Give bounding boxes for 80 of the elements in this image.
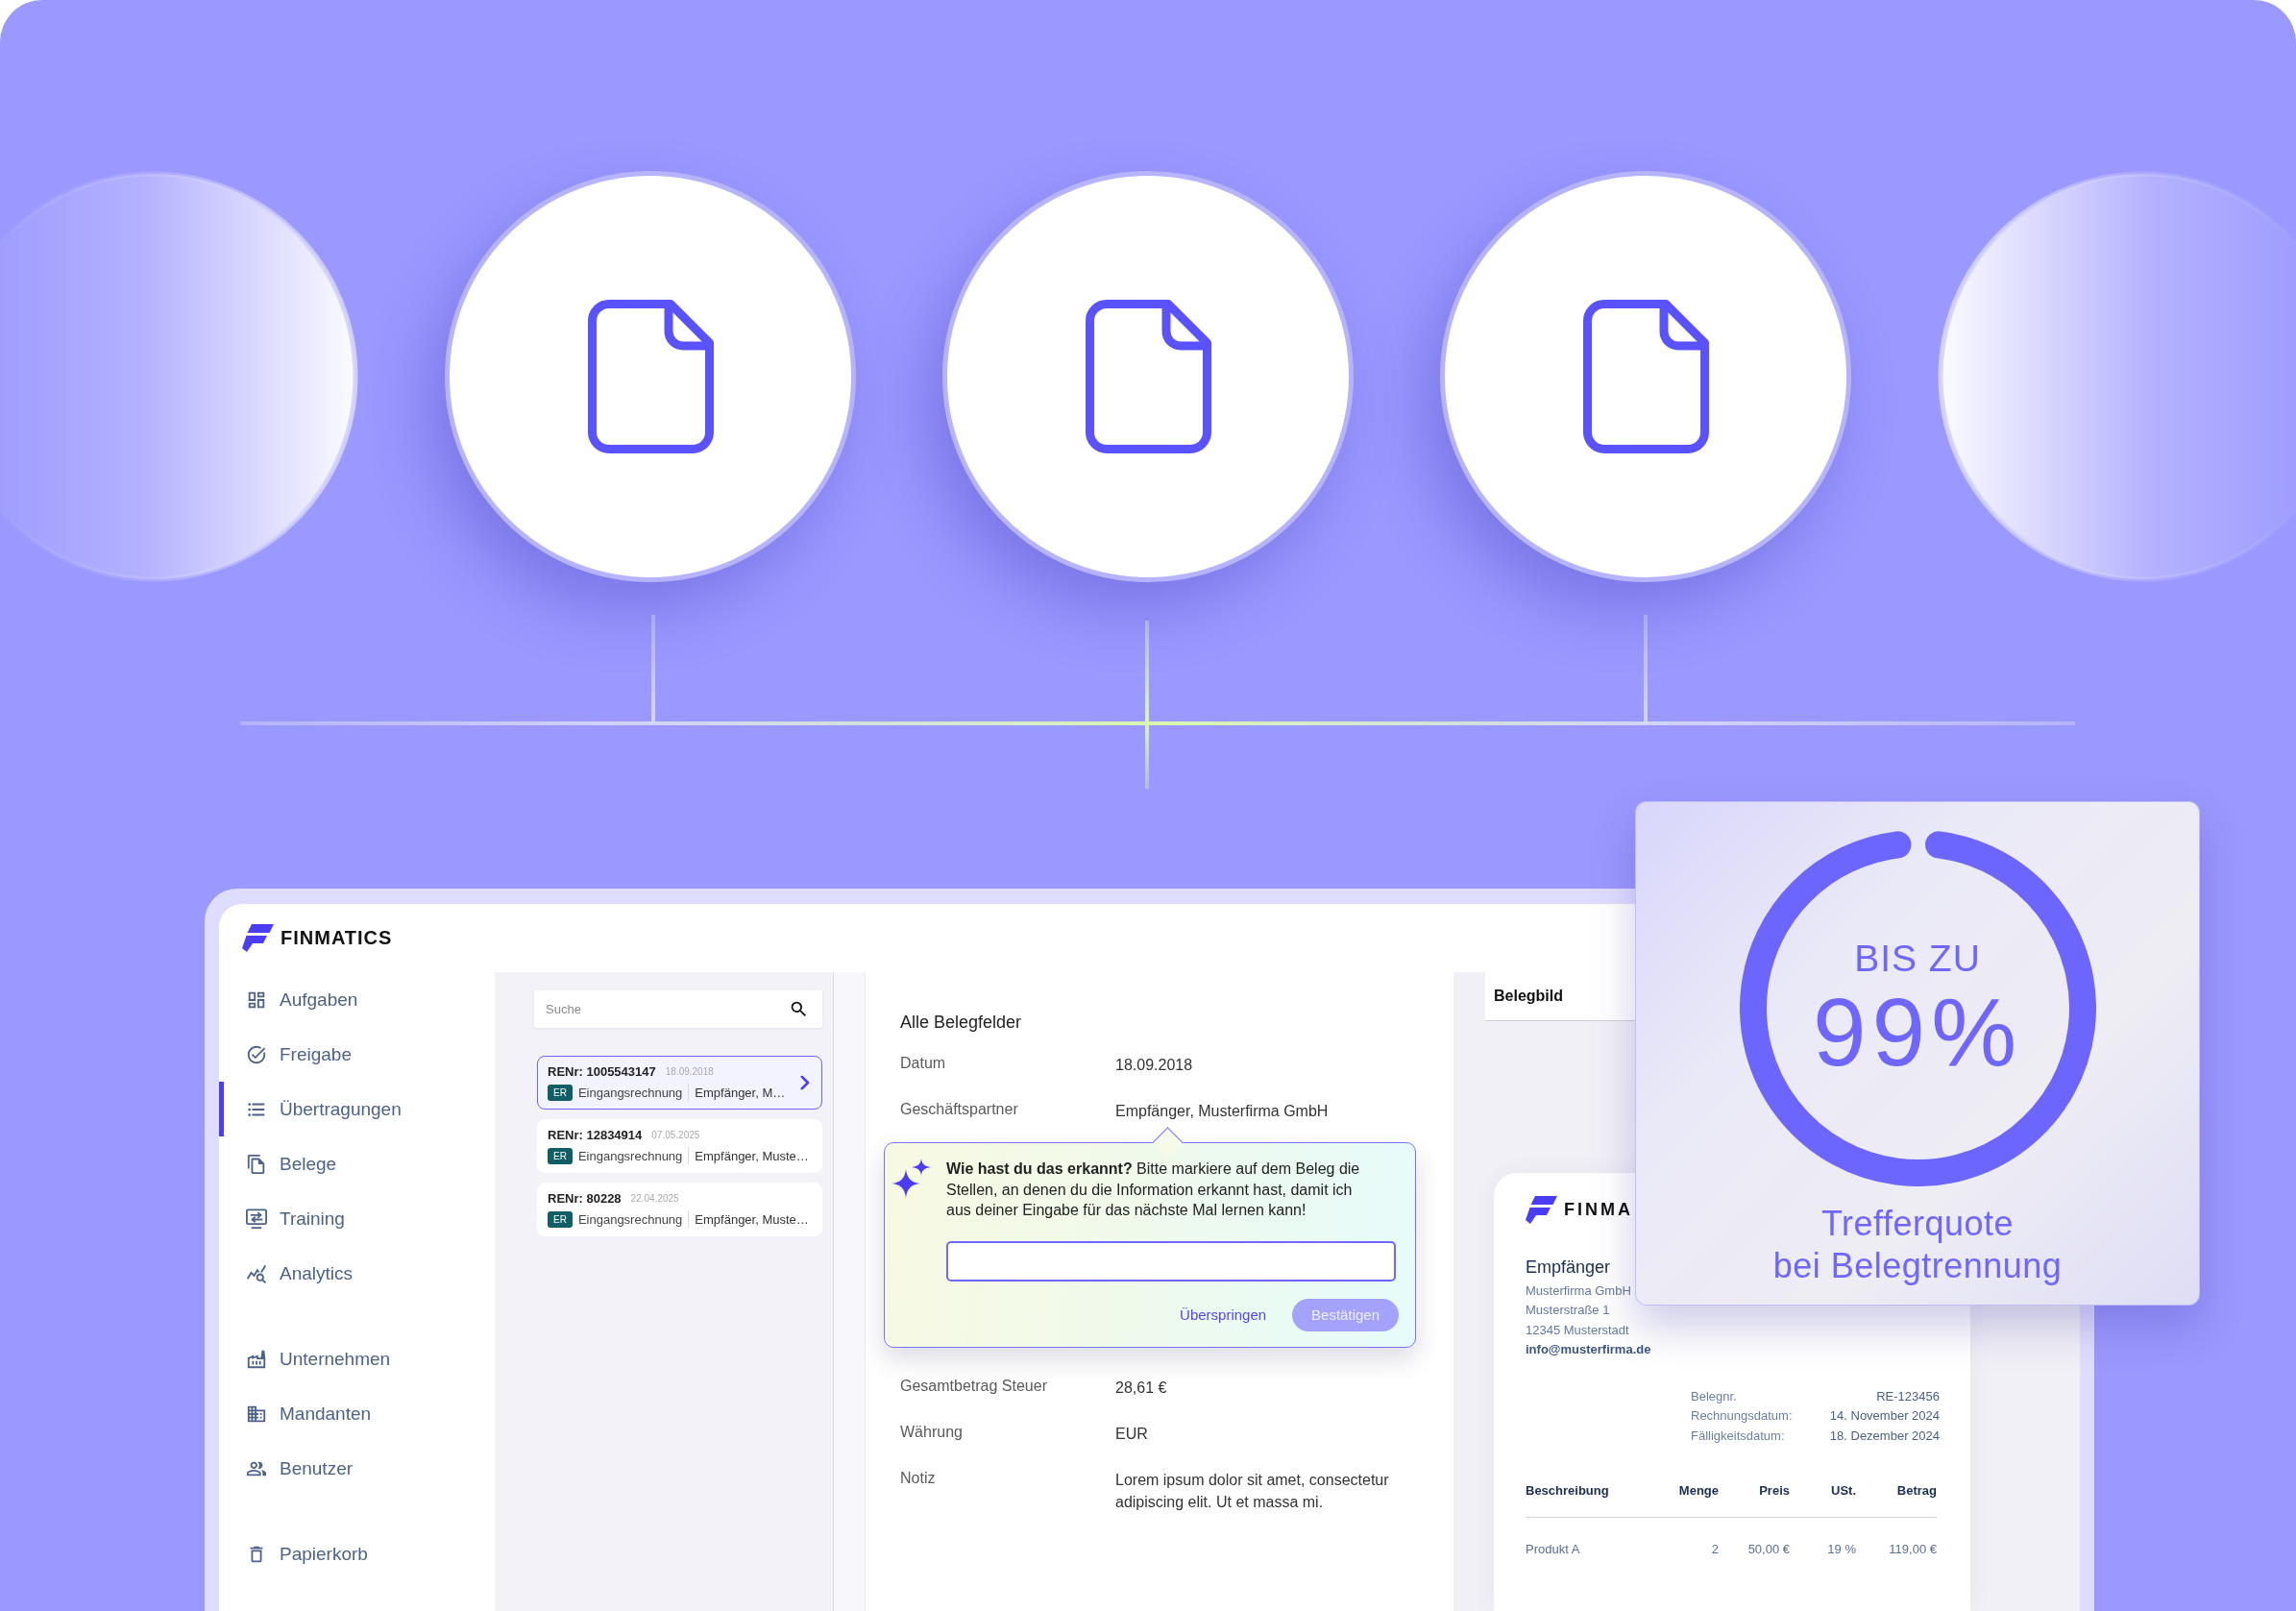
field-label: Währung	[900, 1422, 964, 1442]
column-header: Preis	[1759, 1482, 1790, 1501]
partner-name: Empfänger, Muste…	[695, 1211, 809, 1227]
brand-name: FINMATICS	[281, 927, 393, 949]
type-tag: ER	[548, 1147, 573, 1164]
sidebar-item[interactable]: Papierkorb	[219, 1526, 495, 1581]
sparkle-icon	[892, 1159, 931, 1198]
meta-value: RE-123456	[1876, 1387, 1940, 1405]
file-icon	[1582, 300, 1709, 453]
field-value: Lorem ipsum dolor sit amet, consectetur adipiscing elit. Ut et massa mi.	[1115, 1470, 1390, 1512]
address-line: Musterfirma GmbH	[1526, 1282, 1631, 1300]
field-value: 28,61 €	[1115, 1378, 1167, 1398]
document-date: 18.09.2018	[665, 1066, 714, 1077]
logo-icon	[1526, 1196, 1557, 1224]
monitor-arrows-icon	[246, 1208, 267, 1230]
input-field[interactable]	[946, 1240, 1396, 1281]
document-type: Eingangsrechnung	[577, 1148, 683, 1163]
sidebar-item[interactable]: Freigabe	[219, 1027, 495, 1082]
table-cell-text: 119,00 €	[1889, 1541, 1937, 1559]
recipient-heading: Empfänger	[1526, 1257, 1611, 1279]
list-item[interactable]: RENr: 1005543147 18.09.2018 ER Eingangsrechnung Empfänger, M…	[537, 1056, 822, 1110]
table-cell-text: Produkt A	[1526, 1541, 1580, 1559]
partner-name: Empfänger, M…	[695, 1085, 786, 1100]
search-field[interactable]: Suche	[534, 990, 822, 1028]
sidebar-item[interactable]: Analytics	[219, 1246, 495, 1301]
table-cell-text: 50,00 €	[1747, 1541, 1790, 1559]
table-cell-text: 19 %	[1827, 1541, 1856, 1559]
field-label: Geschäftspartner	[900, 1100, 1019, 1119]
document-number: RENr: 1005543147	[548, 1064, 656, 1079]
table-cell-text: 2	[1711, 1541, 1719, 1559]
address-line: 12345 Musterstadt	[1526, 1321, 1629, 1339]
type-tag: ER	[548, 1210, 573, 1228]
column-header: USt.	[1831, 1482, 1856, 1501]
sidebar-item[interactable]: Belege	[219, 1136, 495, 1191]
files-icon	[246, 1153, 267, 1175]
field-label: Notiz	[900, 1468, 937, 1488]
partner-name: Empfänger, Muste…	[695, 1148, 809, 1163]
meta-label: Rechnungsdatum:	[1691, 1407, 1793, 1426]
meta-label: Fälligkeitsdatum:	[1691, 1427, 1786, 1445]
column-header: Menge	[1678, 1482, 1719, 1501]
sidebar-item[interactable]: Unternehmen	[219, 1331, 495, 1386]
list-item[interactable]: RENr: 80228 22.04.2025 ER Eingangsrechnung Empfänger, Muste…	[537, 1183, 822, 1236]
document-number: RENr: 80228	[548, 1191, 622, 1206]
list-item[interactable]: RENr: 12834914 07.05.2025 ER Eingangsrechnung Empfänger, Muste…	[537, 1119, 822, 1173]
stat-caption: bei Belegtrennung	[1772, 1245, 2063, 1287]
field-value: Empfänger, Musterfirma GmbH	[1115, 1102, 1329, 1121]
field-label: Gesamtbetrag Steuer	[900, 1376, 1048, 1396]
section-title: Alle Belegfelder	[900, 1012, 1022, 1034]
field-label: Datum	[900, 1054, 947, 1073]
text-button[interactable]: Überspringen	[1180, 1306, 1267, 1323]
sidebar-item[interactable]: Übertragungen	[219, 1082, 495, 1136]
email-address: info@musterfirma.de	[1526, 1341, 1651, 1359]
hint-text: Wie hast du das erkannt? Bitte markiere auf dem Beleg die Stellen, an denen du die Information erkannt hast, damit ich aus deiner Eingabe für das nächste Mal lernen kann!	[946, 1159, 1361, 1220]
meta-value: 14. November 2024	[1829, 1407, 1940, 1426]
brand-name: FINMA	[1564, 1200, 1633, 1220]
document-number: RENr: 12834914	[548, 1128, 643, 1142]
sidebar-item[interactable]: Benutzer	[219, 1441, 495, 1496]
file-icon	[587, 300, 714, 453]
column-header: Beschreibung	[1526, 1482, 1609, 1501]
file-icon	[1085, 300, 1211, 453]
sidebar-item[interactable]: Aufgaben	[219, 972, 495, 1027]
address-line: Musterstraße 1	[1526, 1302, 1610, 1320]
logo-icon	[242, 924, 274, 952]
chevron-icon	[800, 1075, 810, 1090]
field-value: 18.09.2018	[1115, 1056, 1193, 1075]
document-type: Eingangsrechnung	[577, 1085, 683, 1100]
search-icon	[789, 999, 809, 1019]
meta-label: Belegnr.	[1691, 1387, 1738, 1405]
sidebar-item[interactable]: Training	[219, 1191, 495, 1246]
stat-caption: Trefferquote	[1820, 1203, 2015, 1245]
column-header: Betrag	[1896, 1482, 1937, 1501]
document-date: 22.04.2025	[630, 1193, 679, 1204]
chart-search-icon	[246, 1262, 267, 1284]
meta-value: 18. Dezember 2024	[1829, 1427, 1940, 1445]
document-type: Eingangsrechnung	[577, 1211, 683, 1227]
field-value: EUR	[1115, 1424, 1148, 1444]
document-date: 07.05.2025	[651, 1130, 700, 1140]
type-tag: ER	[548, 1084, 573, 1101]
factory-icon	[246, 1348, 267, 1370]
sidebar-item[interactable]: Mandanten	[219, 1386, 495, 1441]
